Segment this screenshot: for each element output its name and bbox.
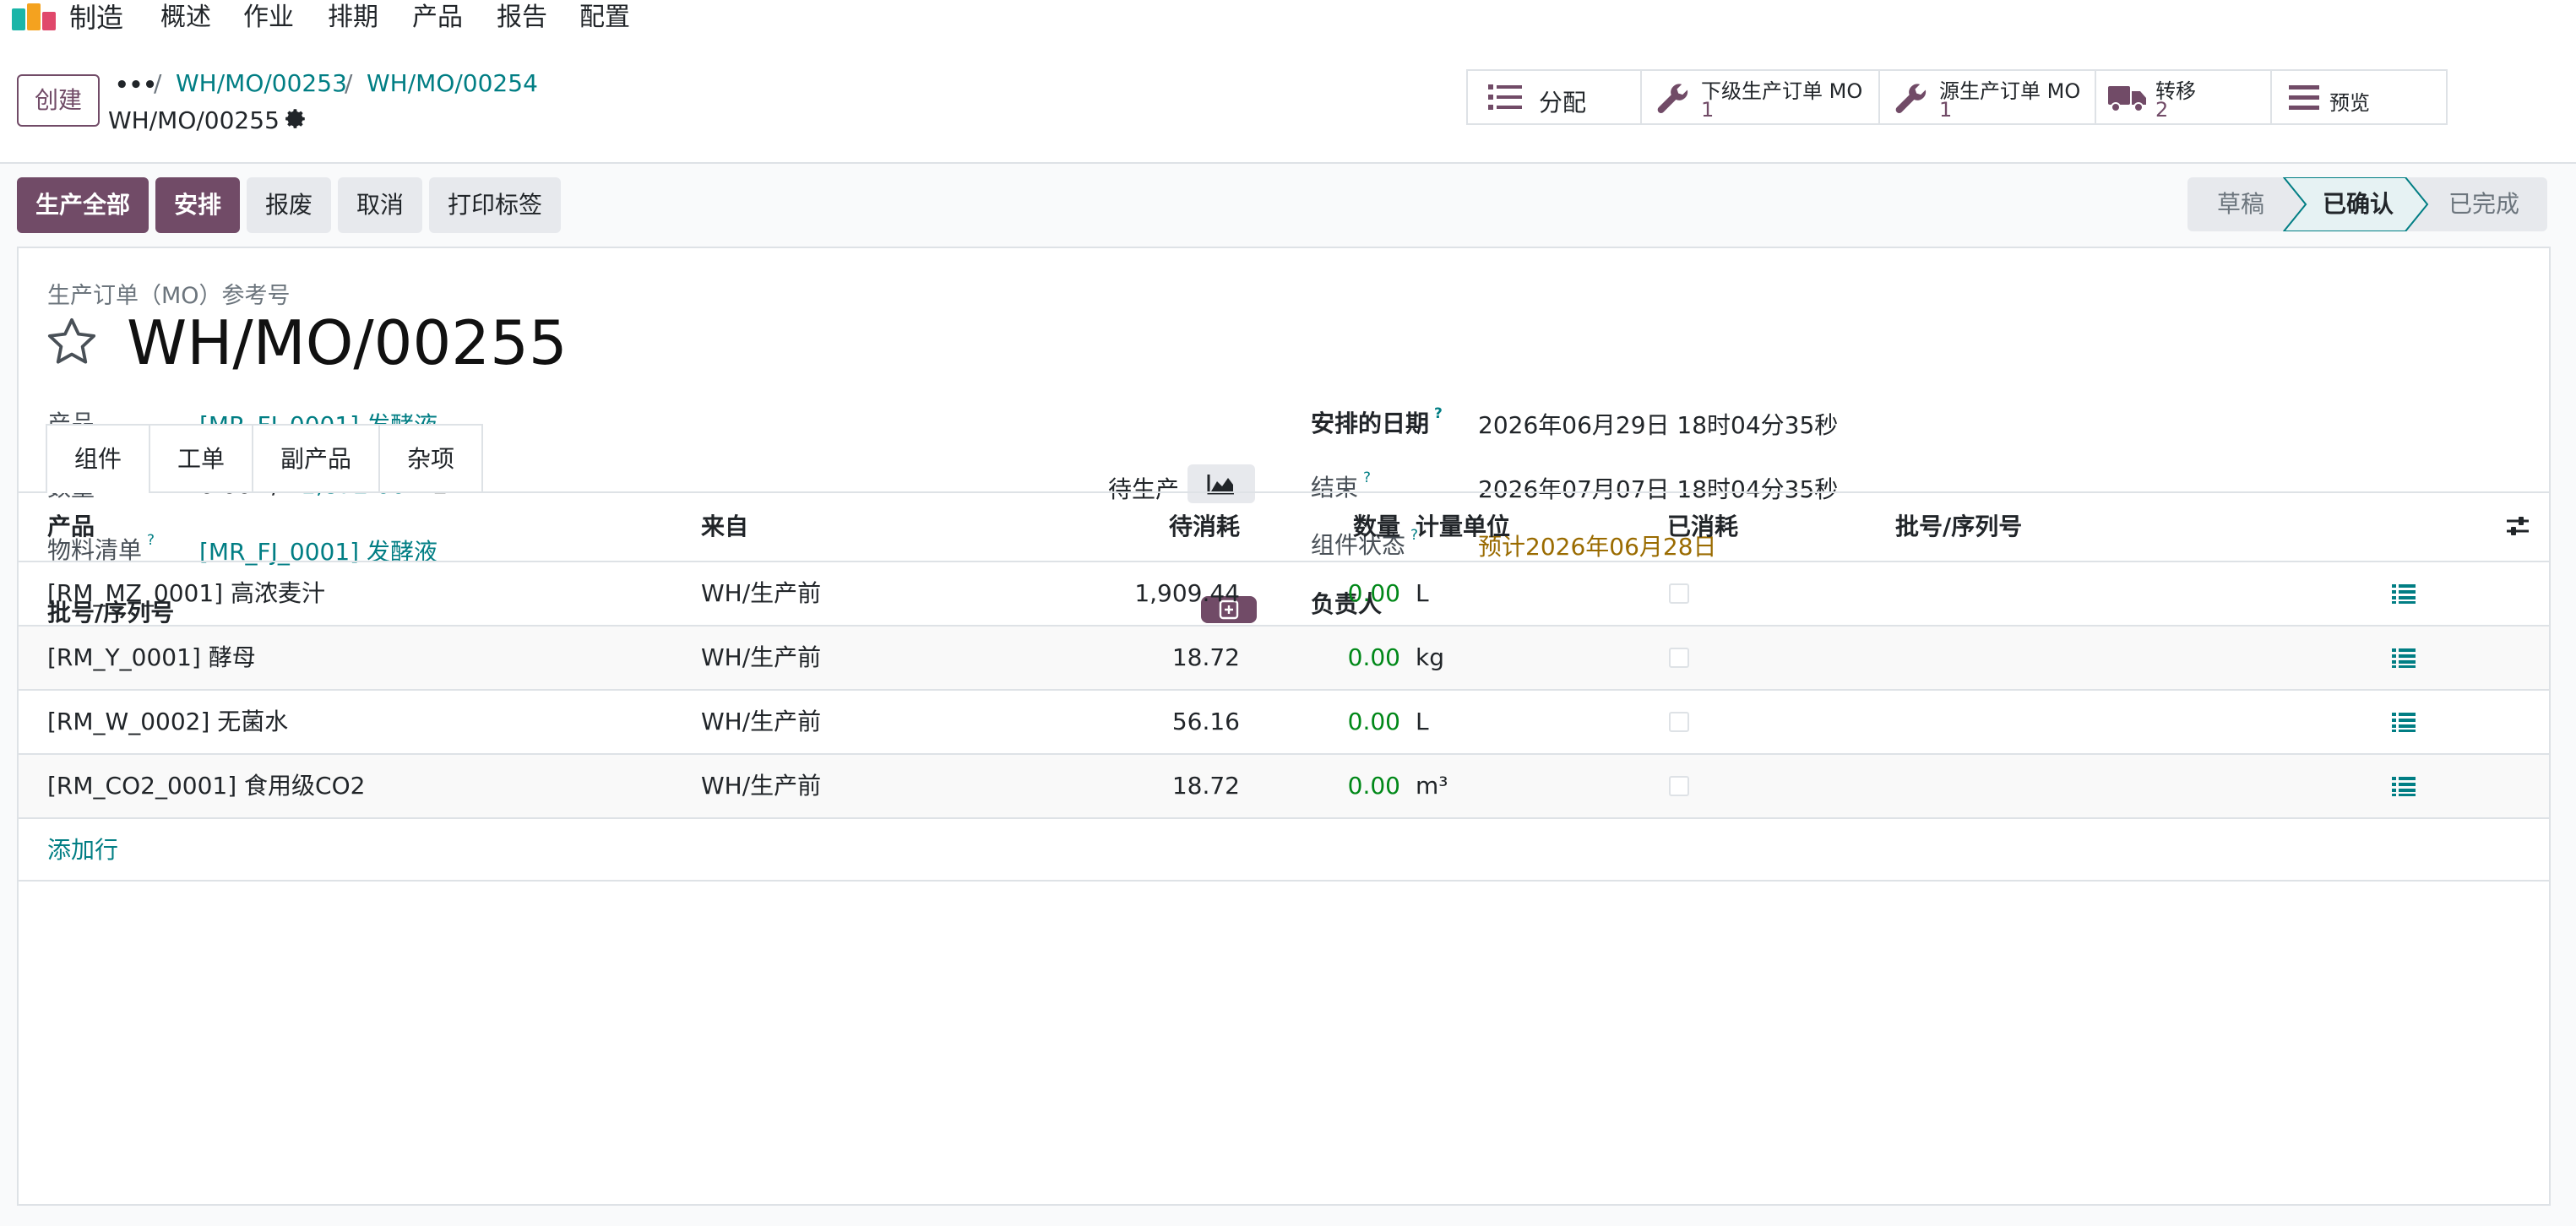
row-to-consume: 56.16 — [1171, 708, 1240, 735]
tab-work-orders[interactable]: 工单 — [149, 424, 253, 491]
row-consumed-checkbox[interactable] — [1669, 776, 1689, 796]
end-help-icon[interactable]: ? — [1363, 469, 1371, 486]
tab-misc[interactable]: 杂项 — [378, 424, 483, 491]
source-mo-button[interactable]: 源生产订单 MO 1 — [1878, 69, 2096, 125]
optional-columns-icon[interactable] — [2505, 513, 2530, 539]
menu-planning[interactable]: 排期 — [328, 0, 378, 35]
row-product[interactable]: [RM_W_0002] 无菌水 — [47, 691, 288, 753]
table-row[interactable]: [RM_CO2_0001] 食用级CO2 WH/生产前 18.72 0.00 m… — [19, 753, 2549, 817]
row-to-consume: 18.72 — [1171, 772, 1240, 800]
add-line-row: 添加行 — [19, 817, 2549, 882]
breadcrumb-separator: / — [345, 69, 353, 97]
col-lot-serial[interactable]: 批号/序列号 — [1895, 496, 2022, 558]
breadcrumb-item[interactable]: WH/MO/00254 — [367, 69, 538, 97]
preview-button[interactable]: 预览 — [2270, 69, 2448, 125]
row-to-consume: 1,909.44 — [1134, 579, 1240, 607]
produce-all-button[interactable]: 生产全部 — [17, 177, 149, 233]
row-quantity[interactable]: 0.00 — [1252, 755, 1400, 817]
scheduled-date-field[interactable]: 2026年06月29日 18时04分35秒 — [1478, 407, 1838, 441]
row-product[interactable]: [RM_MZ_0001] 高浓麦汁 — [47, 562, 325, 625]
scheduled-help-icon[interactable]: ? — [1434, 405, 1443, 422]
stage-confirmed[interactable]: 已确认 — [2297, 177, 2419, 231]
row-uom: L — [1416, 708, 1429, 735]
app-logo-icon[interactable] — [10, 2, 59, 34]
row-uom: kg — [1416, 643, 1444, 671]
transfers-count: 2 — [2155, 98, 2169, 122]
row-quantity[interactable]: 0.00 — [1252, 691, 1400, 753]
row-from: WH/生产前 — [701, 772, 822, 800]
col-consumed[interactable]: 已消耗 — [1667, 496, 1738, 558]
list-icon — [1488, 84, 1522, 110]
row-uom: m³ — [1416, 772, 1448, 800]
tab-by-products[interactable]: 副产品 — [252, 424, 380, 491]
breadcrumb-separator: / — [154, 69, 162, 97]
breadcrumb-more-icon[interactable]: ••• — [115, 73, 157, 98]
row-consumed-checkbox[interactable] — [1669, 648, 1689, 668]
bars-icon — [2289, 85, 2319, 110]
star-icon[interactable] — [44, 314, 100, 370]
child-mo-label: 下级生产订单 MO — [1701, 79, 1863, 103]
row-detail-list-icon[interactable] — [2392, 583, 2416, 608]
transfers-button[interactable]: 转移 2 — [2095, 69, 2272, 125]
wrench-icon — [1657, 84, 1688, 114]
gear-icon[interactable] — [282, 106, 307, 132]
add-line-link[interactable]: 添加行 — [47, 819, 118, 882]
record-title: WH/MO/00255 — [127, 307, 568, 378]
current-record-name: WH/MO/00255 — [108, 106, 280, 134]
row-detail-list-icon[interactable] — [2392, 711, 2416, 736]
row-consumed-checkbox[interactable] — [1669, 712, 1689, 732]
col-quantity[interactable]: 数量 — [1252, 496, 1400, 558]
row-quantity[interactable]: 0.00 — [1252, 562, 1400, 625]
scrap-button[interactable]: 报废 — [247, 177, 331, 233]
allocate-button[interactable]: 分配 — [1466, 69, 1642, 125]
stage-done[interactable]: 已完成 — [2429, 177, 2539, 231]
source-mo-label: 源生产订单 MO — [1939, 79, 2081, 103]
app-name[interactable]: 制造 — [69, 0, 123, 35]
tab-components[interactable]: 组件 — [46, 424, 150, 493]
breadcrumb-item[interactable]: WH/MO/00253 — [176, 69, 347, 97]
row-from: WH/生产前 — [701, 643, 822, 671]
row-uom: L — [1416, 579, 1429, 607]
components-table: 产品 来自 待消耗 数量 计量单位 已消耗 批号/序列号 [RM_MZ_0001… — [19, 493, 2549, 1135]
allocate-label: 分配 — [1539, 89, 1587, 117]
col-uom[interactable]: 计量单位 — [1416, 496, 1510, 558]
row-from: WH/生产前 — [701, 579, 822, 607]
child-mo-count: 1 — [1701, 98, 1715, 122]
row-from: WH/生产前 — [701, 708, 822, 735]
control-panel: 创建 ••• / WH/MO/00253 / WH/MO/00254 WH/MO… — [0, 35, 2576, 164]
menu-products[interactable]: 产品 — [412, 0, 463, 35]
table-row[interactable]: [RM_MZ_0001] 高浓麦汁 WH/生产前 1,909.44 0.00 L — [19, 561, 2549, 625]
row-product[interactable]: [RM_Y_0001] 酵母 — [47, 627, 256, 689]
ref-label: 生产订单（MO）参考号 — [47, 283, 291, 309]
stage-draft[interactable]: 草稿 — [2187, 177, 2294, 231]
menu-configuration[interactable]: 配置 — [579, 0, 630, 35]
truck-icon — [2108, 86, 2146, 112]
menu-operations[interactable]: 作业 — [243, 0, 294, 35]
cancel-button[interactable]: 取消 — [338, 177, 422, 233]
print-labels-button[interactable]: 打印标签 — [429, 177, 561, 233]
plan-button[interactable]: 安排 — [155, 177, 240, 233]
preview-label: 预览 — [2329, 91, 2370, 115]
source-mo-count: 1 — [1939, 98, 1953, 122]
col-to-consume[interactable]: 待消耗 — [1015, 496, 1240, 558]
create-button[interactable]: 创建 — [17, 74, 100, 127]
row-to-consume: 18.72 — [1171, 643, 1240, 671]
wrench-icon — [1895, 84, 1927, 114]
row-quantity[interactable]: 0.00 — [1252, 627, 1400, 689]
row-detail-list-icon[interactable] — [2392, 775, 2416, 800]
menu-reporting[interactable]: 报告 — [497, 0, 547, 35]
row-consumed-checkbox[interactable] — [1669, 583, 1689, 604]
child-mo-button[interactable]: 下级生产订单 MO 1 — [1640, 69, 1880, 125]
col-from[interactable]: 来自 — [701, 496, 748, 558]
col-product[interactable]: 产品 — [47, 496, 95, 558]
top-navbar: 制造 概述 作业 排期 产品 报告 配置 — [0, 0, 2576, 35]
row-detail-list-icon[interactable] — [2392, 647, 2416, 672]
scheduled-label: 安排的日期? — [1311, 405, 1443, 439]
table-header: 产品 来自 待消耗 数量 计量单位 已消耗 批号/序列号 — [19, 493, 2549, 561]
table-row[interactable]: [RM_Y_0001] 酵母 WH/生产前 18.72 0.00 kg — [19, 625, 2549, 689]
scheduled-label-text: 安排的日期 — [1311, 410, 1430, 437]
table-row[interactable]: [RM_W_0002] 无菌水 WH/生产前 56.16 0.00 L — [19, 689, 2549, 753]
menu-overview[interactable]: 概述 — [160, 0, 211, 35]
row-product[interactable]: [RM_CO2_0001] 食用级CO2 — [47, 755, 365, 817]
